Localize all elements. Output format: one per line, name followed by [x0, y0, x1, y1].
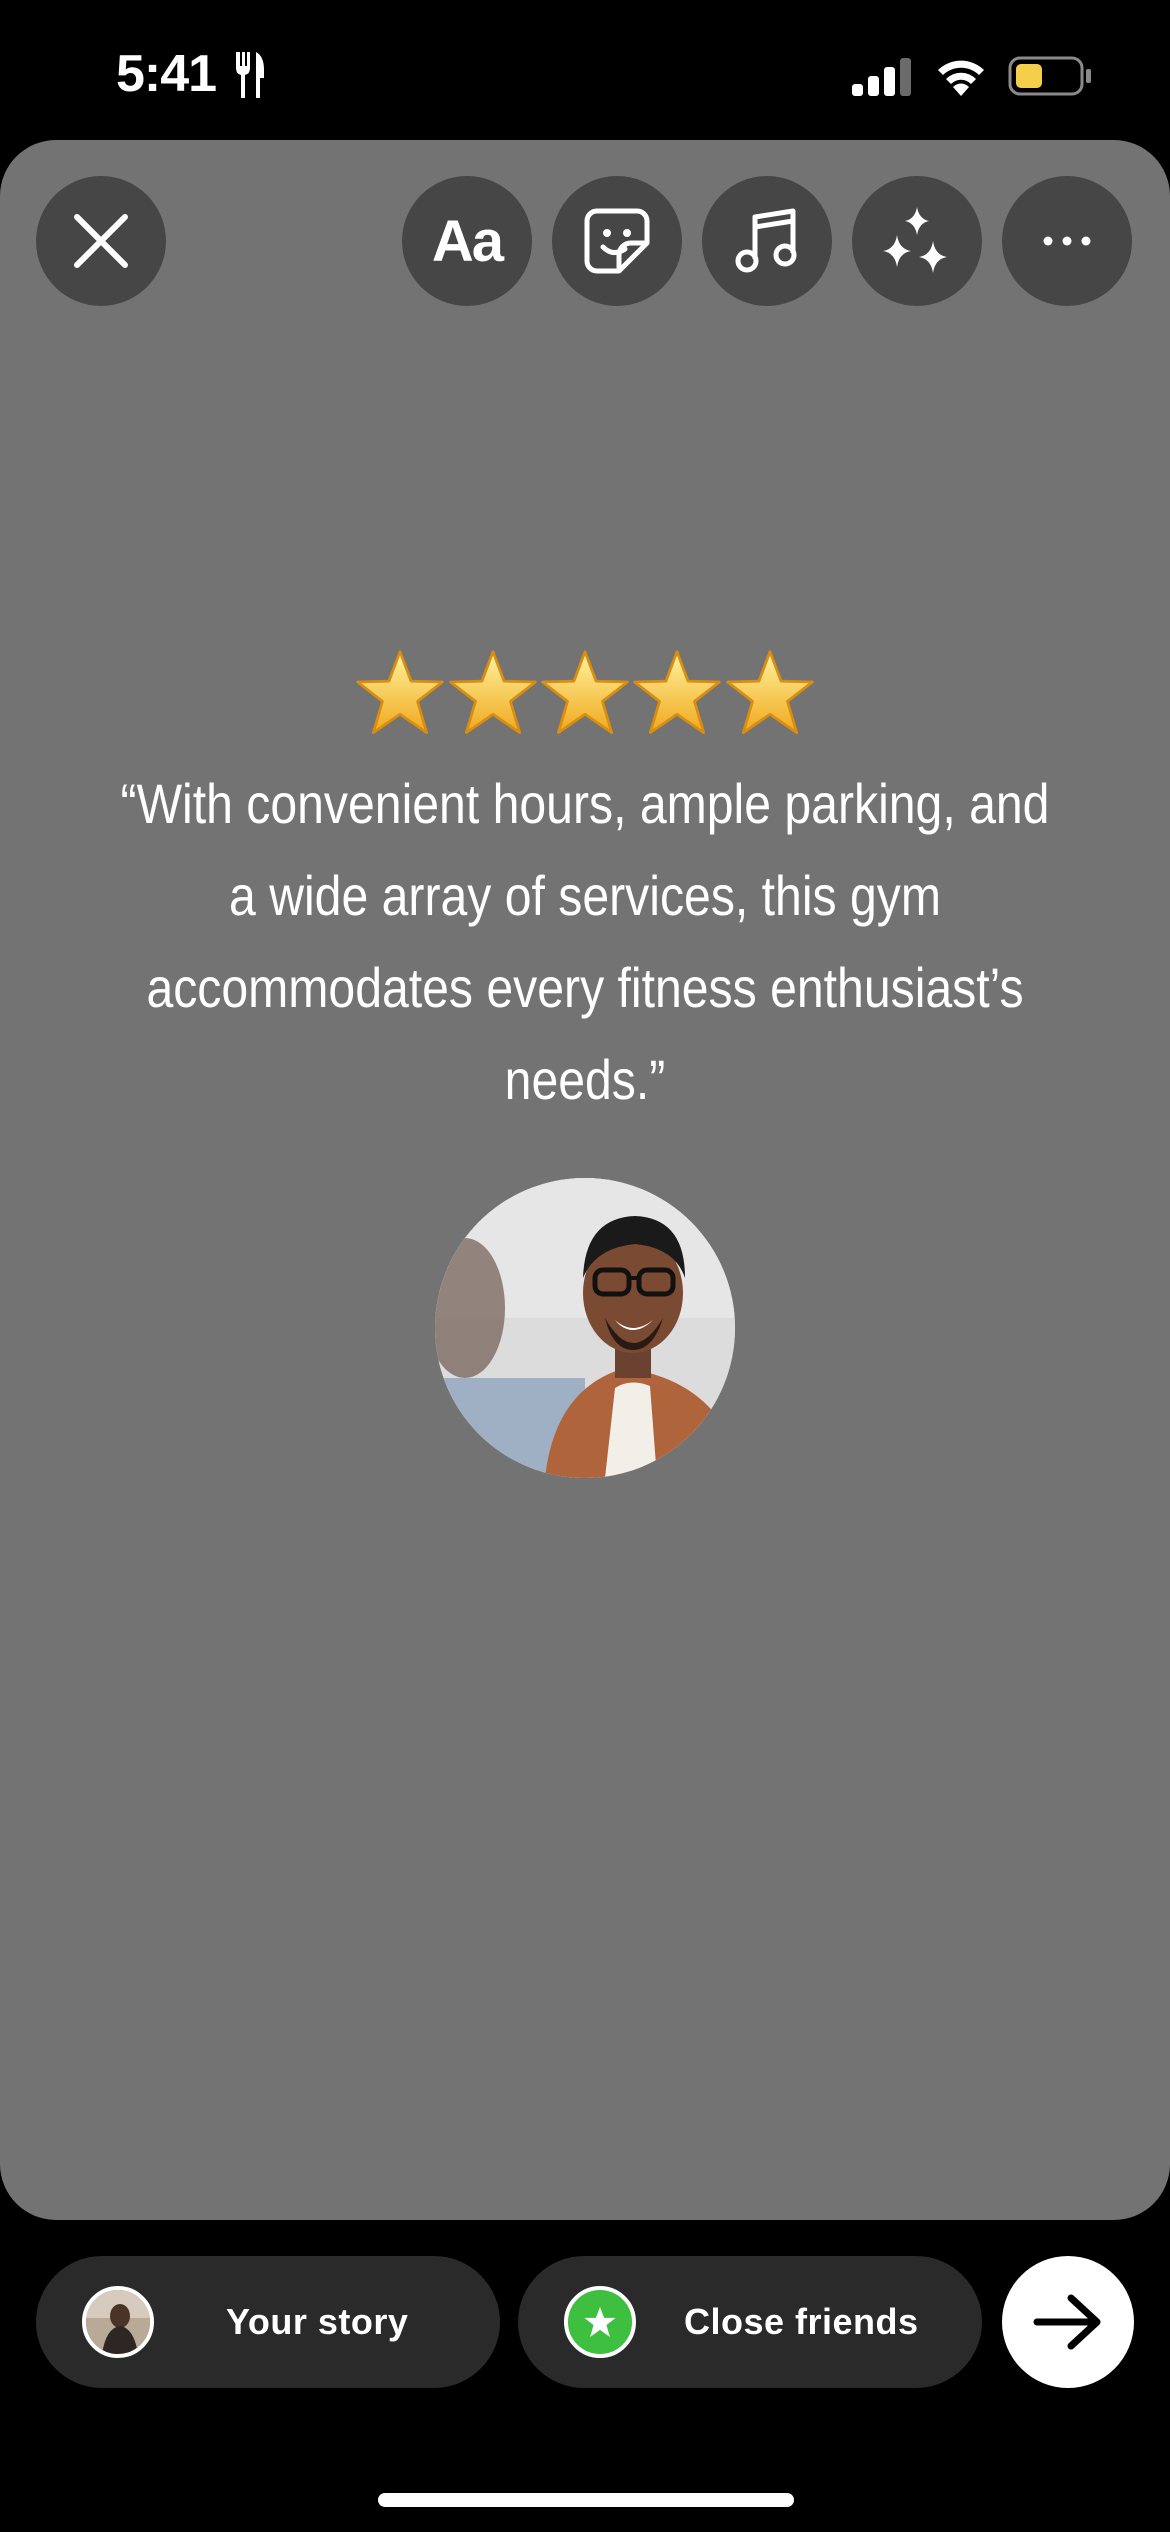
sticker-icon [584, 208, 650, 274]
effects-button[interactable] [852, 176, 982, 306]
close-icon [74, 214, 128, 268]
user-avatar-image [86, 2290, 150, 2354]
close-friends-label: Close friends [684, 2301, 919, 2342]
star-rating [0, 648, 1170, 745]
status-time: 5:41 [116, 45, 217, 103]
home-indicator[interactable] [378, 2493, 794, 2507]
user-avatar [82, 2286, 154, 2358]
battery-icon [1008, 56, 1091, 96]
wifi-icon [938, 60, 984, 96]
more-icon [1043, 236, 1091, 246]
story-canvas: Aa “With convenient hours, ample parking… [0, 140, 1170, 2220]
music-button[interactable] [702, 176, 832, 306]
sparkles-icon [883, 207, 947, 273]
signal-icon [852, 58, 911, 96]
fork-knife-icon [236, 52, 264, 98]
share-bar: Your story Close friends [0, 2256, 1170, 2388]
star-icon [541, 650, 629, 735]
smiling-man-avatar [435, 1178, 735, 1478]
music-icon [735, 208, 797, 273]
star-icon [356, 650, 444, 735]
star-icon [448, 650, 537, 735]
sticker-button[interactable] [552, 176, 682, 306]
review-quote[interactable]: “With convenient hours, ample parking, a… [116, 758, 1053, 1126]
star-icon [584, 2307, 616, 2337]
close-friends-button[interactable]: Close friends [518, 2256, 982, 2388]
text-tool-button[interactable]: Aa [402, 176, 532, 306]
your-story-label: Your story [226, 2301, 409, 2342]
close-friends-badge [564, 2286, 636, 2358]
reviewer-photo[interactable] [435, 1178, 735, 1478]
more-button[interactable] [1002, 176, 1132, 306]
star-icon [726, 650, 814, 735]
text-tool-label: Aa [431, 208, 504, 274]
share-next-button[interactable] [1002, 2256, 1134, 2388]
status-bar: 5:41 [0, 0, 1170, 140]
your-story-button[interactable]: Your story [36, 2256, 500, 2388]
star-icon [633, 650, 722, 735]
close-button[interactable] [36, 176, 166, 306]
arrow-right-icon [1033, 2294, 1101, 2350]
